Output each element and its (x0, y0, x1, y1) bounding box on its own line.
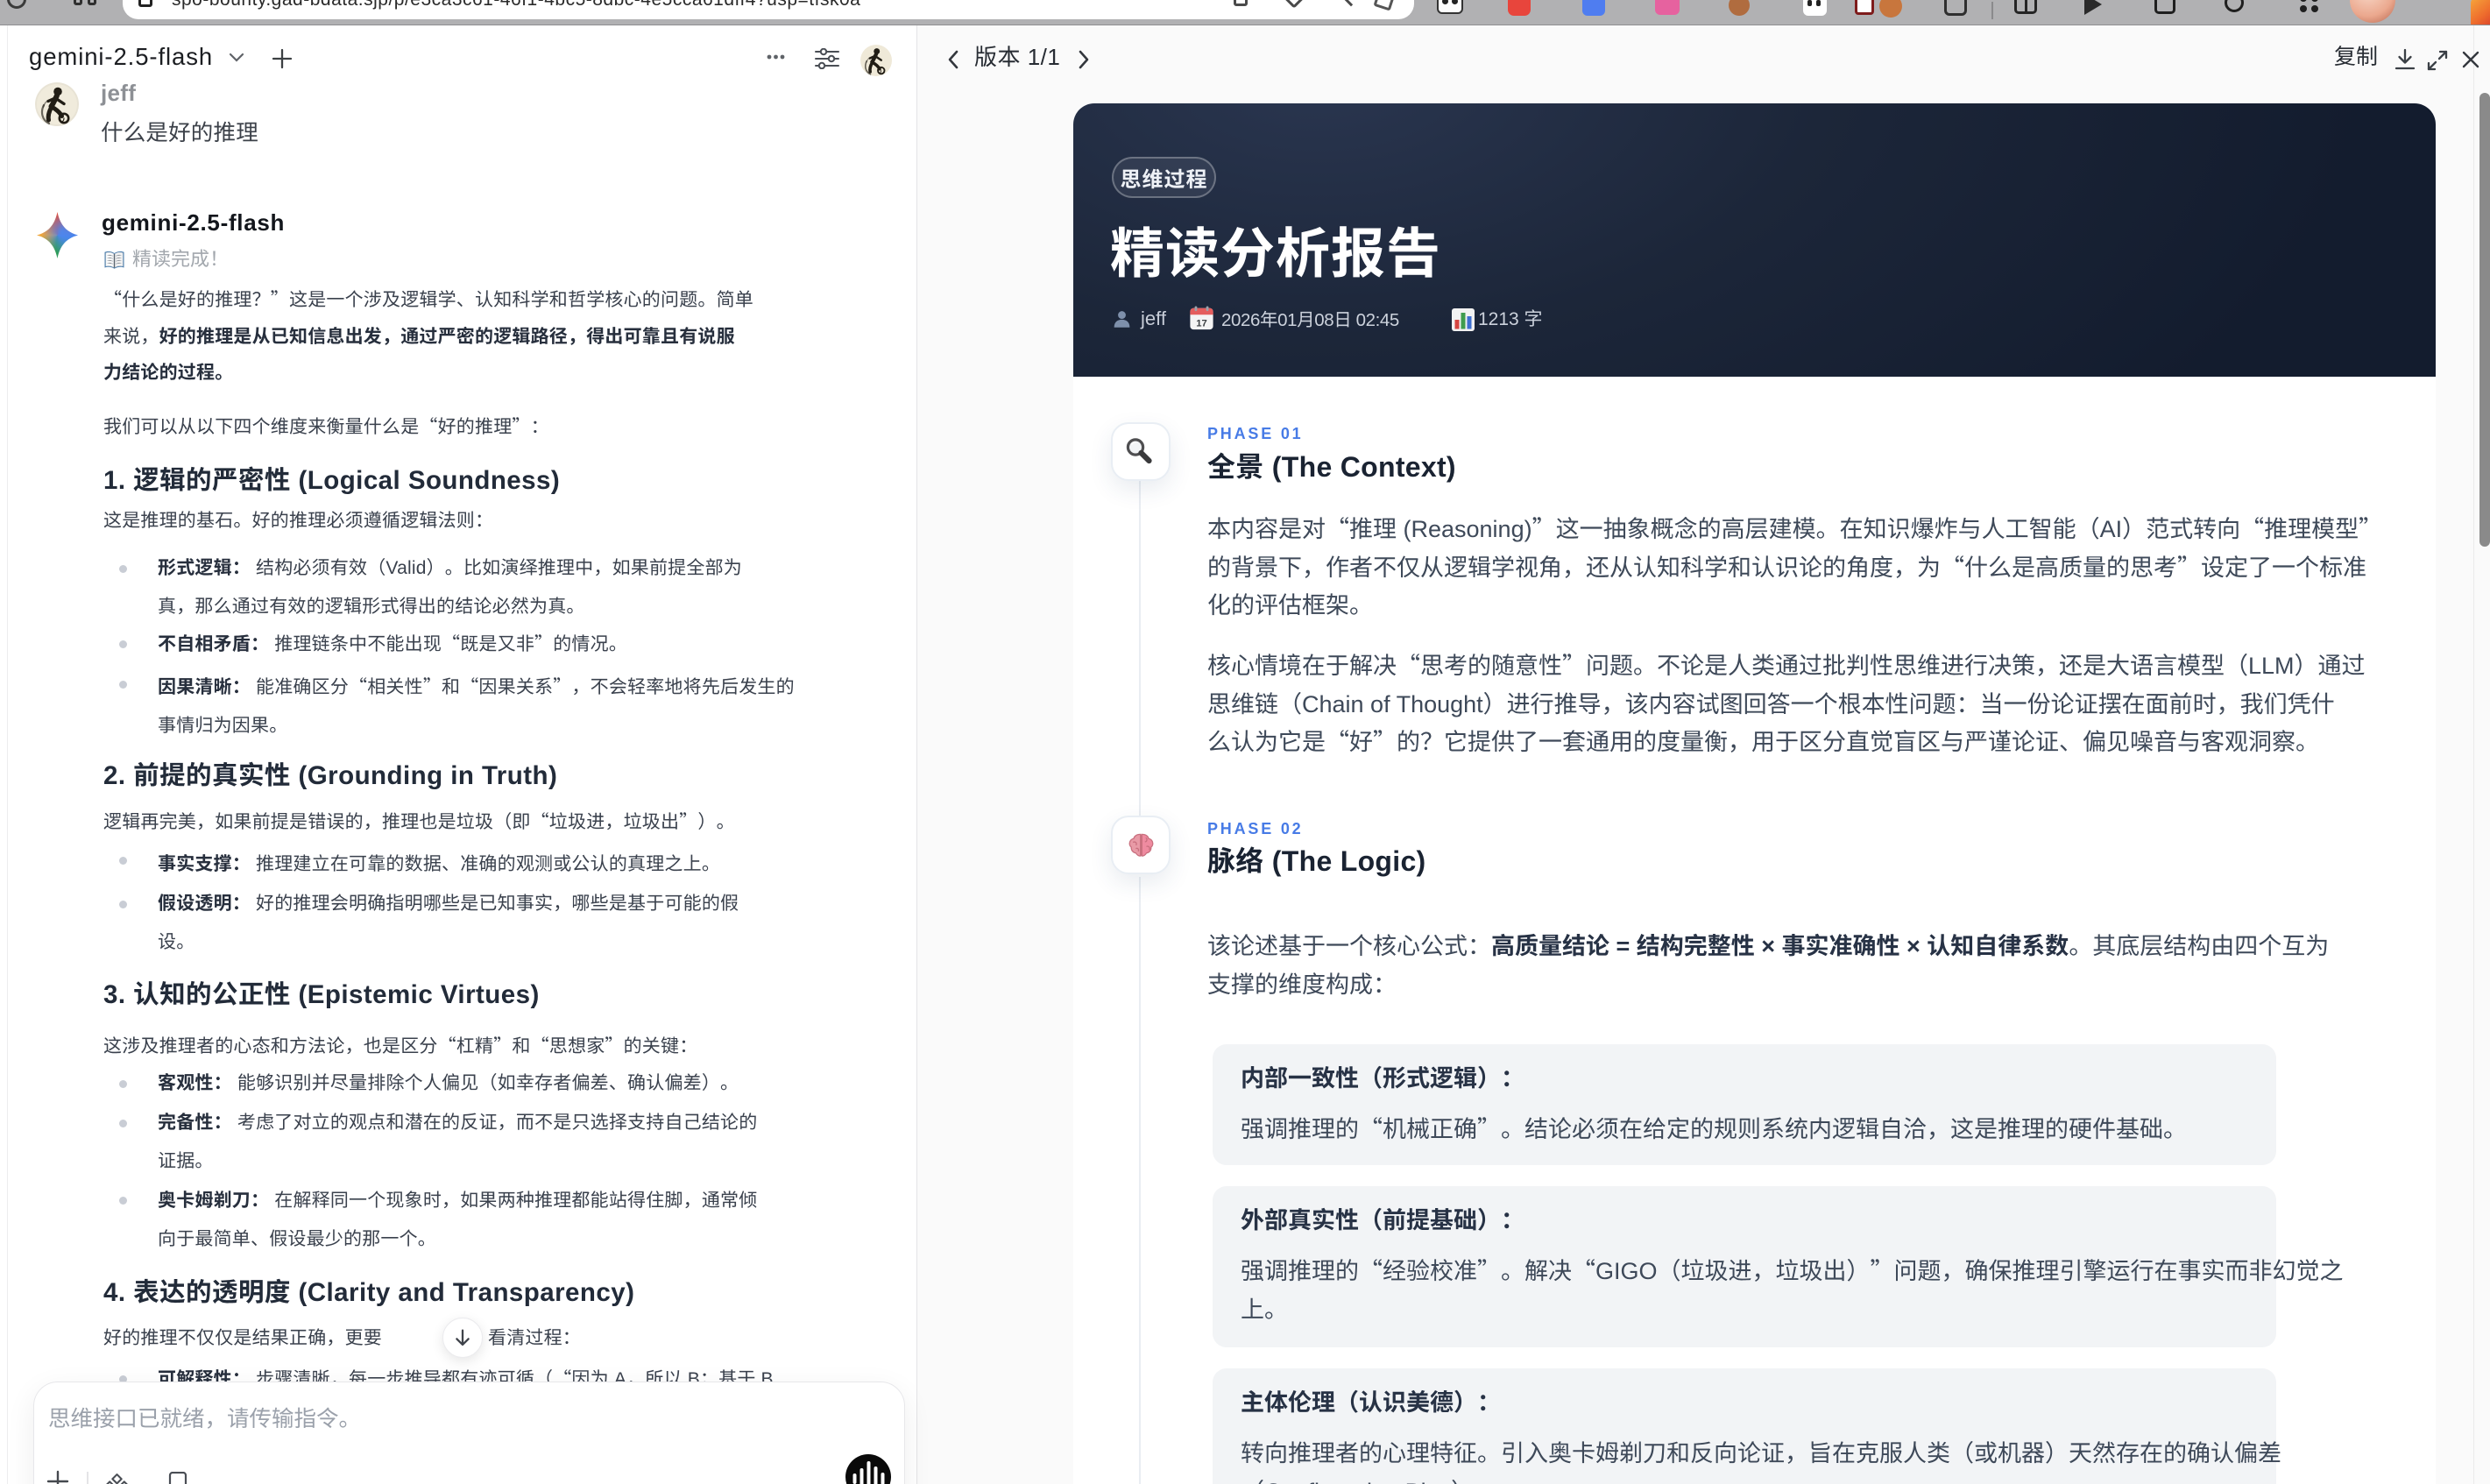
svg-text:17: 17 (1196, 318, 1206, 329)
